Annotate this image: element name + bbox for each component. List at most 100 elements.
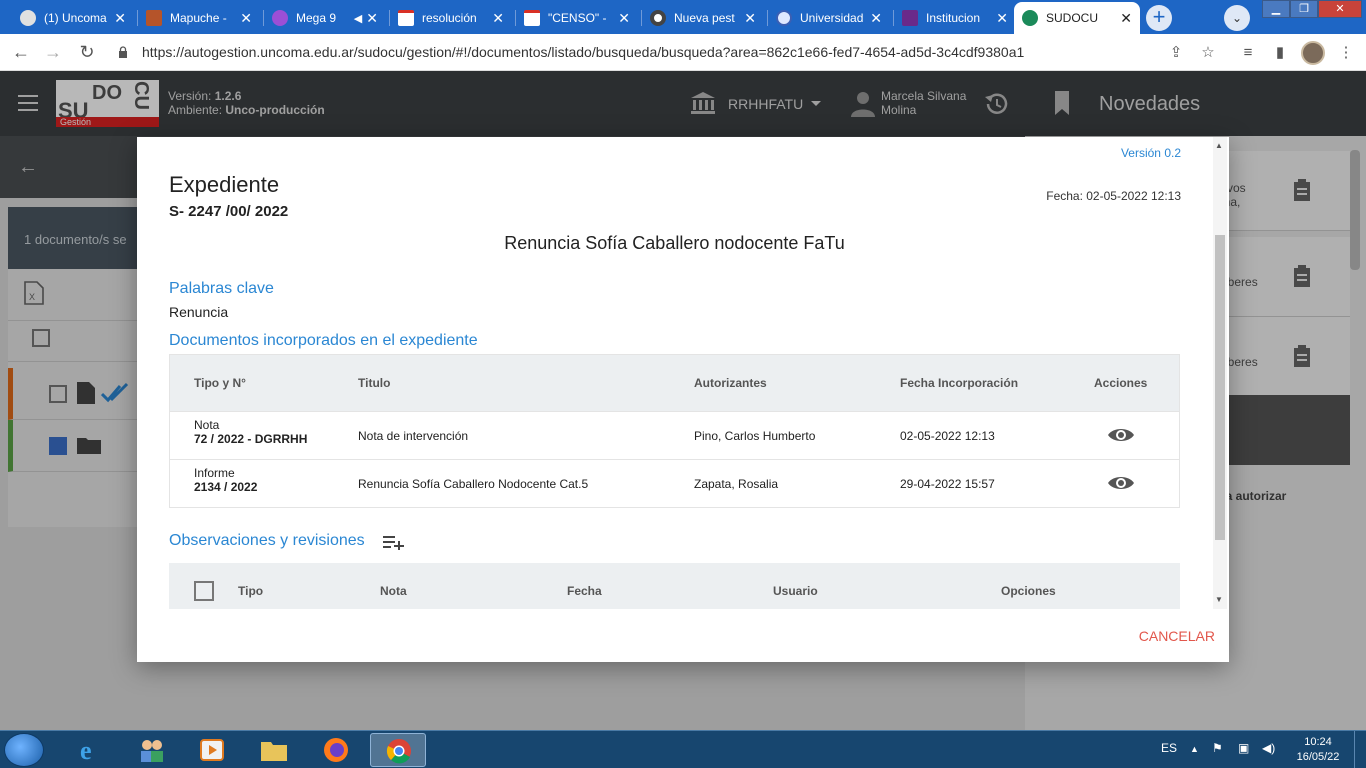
browser-toolbar: ← → ↻ https://autogestion.uncoma.edu.ar/… — [0, 34, 1366, 71]
column-header: Tipo y N° — [194, 376, 246, 390]
doc-number: 2134 / 2022 — [194, 480, 258, 494]
table-row: Informe 2134 / 2022 Renuncia Sofía Cabal… — [170, 459, 1179, 507]
table-header: Tipo y N° Titulo Autorizantes Fecha Inco… — [170, 355, 1179, 411]
system-clock[interactable]: 10:24 16/05/22 — [1290, 735, 1346, 765]
doc-number: 72 / 2022 - DGRRHH — [194, 432, 308, 446]
chrome-icon — [386, 739, 411, 764]
select-all-checkbox[interactable] — [194, 581, 214, 601]
volume-icon[interactable]: ◀) — [1262, 741, 1275, 755]
share-icon[interactable]: ⇪ — [1166, 43, 1186, 63]
browser-tab[interactable]: Institucion ✕ — [894, 4, 1016, 32]
maximize-button[interactable]: ❐ — [1290, 0, 1318, 18]
table-row: Nota 72 / 2022 - DGRRHH Nota de interven… — [170, 411, 1179, 459]
taskbar-app-ie[interactable]: e — [62, 733, 118, 767]
column-header: Tipo — [238, 584, 264, 598]
taskbar-app-chrome[interactable] — [370, 733, 426, 767]
new-tab-button[interactable]: + — [1146, 5, 1172, 31]
browser-tab[interactable]: Universidad ✕ — [768, 4, 890, 32]
expediente-number: S- 2247 /00/ 2022 — [169, 203, 289, 220]
doc-title: Renuncia Sofía Caballero Nodocente Cat.5 — [358, 477, 589, 491]
taskbar-app-media[interactable] — [184, 733, 240, 767]
column-header: Fecha — [567, 584, 602, 598]
close-tab-icon[interactable]: ✕ — [492, 10, 504, 27]
reload-icon[interactable]: ↻ — [76, 42, 98, 64]
cancel-button[interactable]: CANCELAR — [1139, 628, 1215, 644]
close-tab-icon[interactable]: ✕ — [996, 10, 1008, 27]
speaker-icon[interactable]: ◀ — [354, 12, 362, 25]
keywords-value: Renuncia — [169, 304, 229, 320]
browser-tab-active[interactable]: SUDOCU ✕ — [1014, 2, 1140, 34]
browser-tab[interactable]: Nueva pest ✕ — [642, 4, 764, 32]
browser-tab[interactable]: Mapuche - ✕ — [138, 4, 260, 32]
close-tab-icon[interactable]: ✕ — [744, 10, 756, 27]
internet-explorer-icon: e — [80, 737, 92, 763]
tab-title: SUDOCU — [1046, 11, 1099, 25]
browser-tab[interactable]: Mega 9 ◀ ✕ — [264, 4, 386, 32]
expediente-date: Fecha: 02-05-2022 12:13 — [1046, 189, 1181, 203]
dialog-title: Expediente — [169, 172, 280, 197]
tab-favicon-icon — [272, 10, 288, 26]
start-button[interactable] — [4, 733, 44, 767]
side-panel-icon[interactable]: ▮ — [1270, 43, 1290, 63]
reading-list-icon[interactable]: ≡ — [1238, 43, 1258, 63]
globe-icon — [776, 10, 792, 26]
taskbar-app-users[interactable] — [124, 733, 180, 767]
tab-favicon-icon — [146, 10, 162, 26]
action-center-flag-icon[interactable]: ⚑ — [1212, 741, 1223, 755]
scroll-up-arrow-icon[interactable]: ▲ — [1215, 141, 1223, 150]
observations-table-header: Tipo Nota Fecha Usuario Opciones — [169, 563, 1180, 609]
eye-icon[interactable] — [1107, 474, 1135, 492]
close-tab-icon[interactable]: ✕ — [618, 10, 630, 27]
doc-signers: Pino, Carlos Humberto — [694, 429, 816, 443]
column-header: Acciones — [1094, 376, 1148, 390]
tab-title: Institucion — [926, 11, 981, 25]
close-tab-icon[interactable]: ✕ — [114, 10, 126, 27]
show-desktop-button[interactable] — [1354, 731, 1366, 768]
forward-arrow-icon[interactable]: → — [42, 42, 64, 64]
language-indicator[interactable]: ES — [1161, 741, 1177, 755]
star-icon[interactable]: ☆ — [1198, 43, 1218, 63]
browser-tab[interactable]: "CENSO" - ✕ — [516, 4, 638, 32]
expediente-dialog: Versión 0.2 Expediente S- 2247 /00/ 2022… — [137, 137, 1229, 662]
minimize-button[interactable]: ▁ — [1262, 0, 1290, 18]
url-input[interactable]: https://autogestion.uncoma.edu.ar/sudocu… — [142, 44, 1024, 60]
tab-title: Nueva pest — [674, 11, 735, 25]
column-header: Opciones — [1001, 584, 1056, 598]
taskbar-app-firefox[interactable] — [308, 733, 364, 767]
documents-section-title: Documentos incorporados en el expediente — [169, 332, 478, 349]
more-menu-icon[interactable]: ⋮ — [1336, 43, 1356, 63]
close-tab-icon[interactable]: ✕ — [870, 10, 882, 27]
column-header: Titulo — [358, 376, 391, 390]
lock-icon[interactable] — [118, 46, 128, 58]
tab-title: resolución — [422, 11, 477, 25]
close-window-button[interactable]: ✕ — [1318, 0, 1362, 18]
network-icon[interactable]: ▣ — [1238, 741, 1249, 755]
playlist-add-icon[interactable] — [383, 534, 405, 550]
back-arrow-icon[interactable]: ← — [10, 42, 32, 64]
folder-icon — [261, 742, 287, 761]
browser-tab[interactable]: (1) Uncoma ✕ — [12, 4, 134, 32]
tab-title: Universidad — [800, 11, 864, 25]
firefox-icon — [324, 738, 348, 762]
browser-tab[interactable]: resolución ✕ — [390, 4, 512, 32]
tab-search-button[interactable]: ⌄ — [1224, 5, 1250, 31]
doc-date: 02-05-2022 12:13 — [900, 429, 995, 443]
taskbar-app-explorer[interactable] — [246, 733, 302, 767]
show-hidden-icons-icon[interactable]: ▲ — [1190, 744, 1199, 754]
doc-type: Nota — [194, 418, 220, 432]
sudocu-favicon-icon — [1022, 10, 1038, 26]
scroll-down-arrow-icon[interactable]: ▼ — [1215, 595, 1223, 604]
chevron-down-icon: ⌄ — [1231, 11, 1243, 25]
windows-taskbar: e ES ▲ ⚑ ▣ ◀) 10:24 16/05/22 — [0, 730, 1366, 768]
close-tab-icon[interactable]: ✕ — [240, 10, 252, 27]
close-tab-icon[interactable]: ✕ — [366, 10, 378, 27]
clock-time: 10:24 — [1304, 736, 1332, 748]
profile-avatar[interactable] — [1301, 41, 1325, 65]
dialog-scrollbar-thumb[interactable] — [1215, 235, 1225, 540]
close-tab-icon[interactable]: ✕ — [1120, 10, 1132, 27]
gmail-icon — [524, 10, 540, 26]
documents-table: Tipo y N° Titulo Autorizantes Fecha Inco… — [169, 354, 1180, 508]
eye-icon[interactable] — [1107, 426, 1135, 444]
column-header: Autorizantes — [694, 376, 767, 390]
svg-text:e: e — [80, 737, 92, 763]
